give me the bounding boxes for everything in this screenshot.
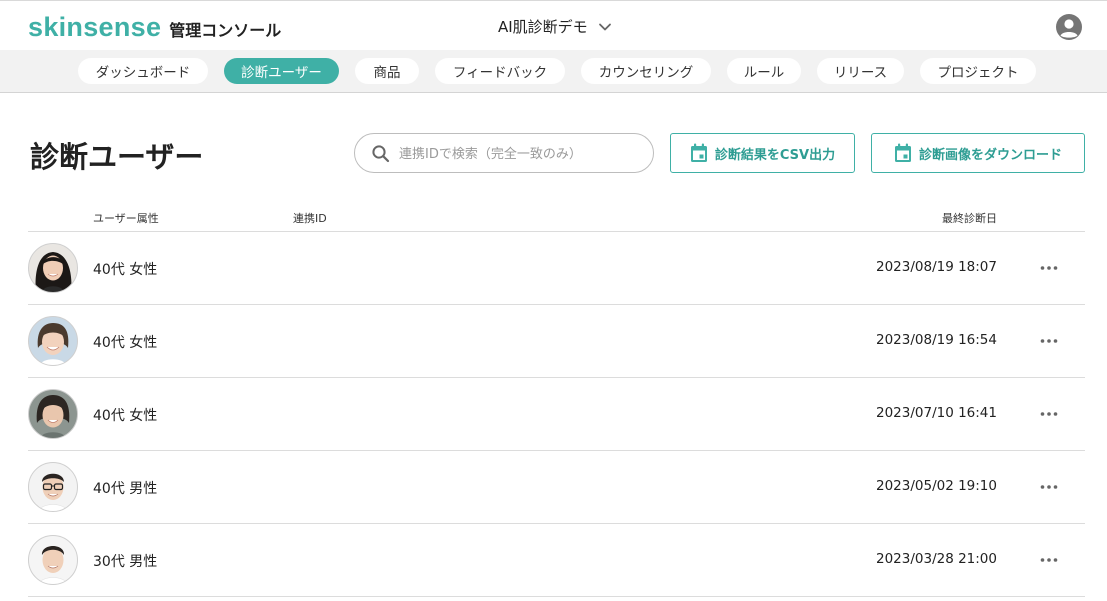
brand-name: skinsense	[28, 12, 162, 42]
tab-projects[interactable]: プロジェクト	[920, 58, 1036, 84]
last-diagnosis-date: 2023/08/19 16:54	[875, 332, 997, 348]
page-title: 診断ユーザー	[30, 140, 204, 174]
console-subtitle: 管理コンソール	[169, 21, 282, 40]
more-horizontal-icon[interactable]	[1039, 333, 1059, 349]
project-name: AI肌診断デモ	[498, 18, 588, 36]
brand-logo[interactable]: skinsense 管理コンソール	[28, 12, 281, 43]
more-horizontal-icon[interactable]	[1039, 479, 1059, 495]
female-bob-hair-avatar	[28, 389, 78, 439]
tab-releases[interactable]: リリース	[817, 58, 904, 84]
account-circle-icon[interactable]	[1055, 13, 1083, 41]
user-attribute: 40代 女性	[93, 335, 158, 351]
table-row[interactable]: 40代 女性 2023/07/10 16:41	[28, 378, 1085, 450]
export-csv-button[interactable]: 診断結果をCSV出力	[670, 133, 855, 173]
more-horizontal-icon[interactable]	[1039, 552, 1059, 568]
more-horizontal-icon[interactable]	[1039, 260, 1059, 276]
table-row[interactable]: 40代 女性 2023/08/19 16:54	[28, 305, 1085, 377]
female-short-hair-avatar	[28, 316, 78, 366]
female-long-hair-avatar	[28, 243, 78, 293]
more-horizontal-icon[interactable]	[1039, 406, 1059, 422]
tab-counseling[interactable]: カウンセリング	[581, 58, 711, 84]
user-attribute: 40代 男性	[93, 481, 158, 497]
last-diagnosis-date: 2023/07/10 16:41	[875, 405, 997, 421]
tab-products[interactable]: 商品	[355, 58, 419, 84]
calendar-icon	[894, 143, 911, 162]
table-row[interactable]: 40代 女性 2023/08/19 18:07	[28, 232, 1085, 304]
main-nav: ダッシュボード 診断ユーザー 商品 フィードバック カウンセリング ルール リリ…	[0, 50, 1107, 93]
column-header-last-date[interactable]: 最終診断日	[942, 210, 997, 226]
user-attribute: 40代 女性	[93, 408, 158, 424]
male-short-hair-avatar	[28, 535, 78, 585]
tab-dashboard[interactable]: ダッシュボード	[78, 58, 208, 84]
calendar-icon	[690, 143, 707, 162]
app-header: skinsense 管理コンソール AI肌診断デモ	[0, 0, 1107, 50]
search-box[interactable]	[354, 133, 654, 173]
tab-diagnosis-users[interactable]: 診断ユーザー	[224, 58, 339, 84]
export-csv-label: 診断結果をCSV出力	[714, 147, 836, 163]
download-images-label: 診断画像をダウンロード	[918, 147, 1062, 163]
table-row[interactable]: 40代 男性 2023/05/02 19:10	[28, 451, 1085, 523]
last-diagnosis-date: 2023/08/19 18:07	[875, 259, 997, 275]
download-images-button[interactable]: 診断画像をダウンロード	[871, 133, 1085, 173]
project-selector[interactable]: AI肌診断デモ	[498, 16, 612, 37]
tab-feedback[interactable]: フィードバック	[435, 58, 565, 84]
chevron-down-icon	[598, 23, 611, 30]
search-input[interactable]	[399, 143, 639, 165]
last-diagnosis-date: 2023/05/02 19:10	[875, 478, 997, 494]
tab-rules[interactable]: ルール	[727, 58, 801, 84]
user-attribute: 30代 男性	[93, 554, 158, 570]
column-header-link-id[interactable]: 連携ID	[293, 210, 327, 226]
last-diagnosis-date: 2023/03/28 21:00	[875, 551, 997, 567]
search-icon	[372, 145, 390, 163]
table-row[interactable]: 30代 男性 2023/03/28 21:00	[28, 524, 1085, 596]
male-glasses-avatar	[28, 462, 78, 512]
column-header-attribute[interactable]: ユーザー属性	[93, 210, 159, 226]
user-attribute: 40代 女性	[93, 262, 158, 278]
divider	[28, 596, 1085, 597]
